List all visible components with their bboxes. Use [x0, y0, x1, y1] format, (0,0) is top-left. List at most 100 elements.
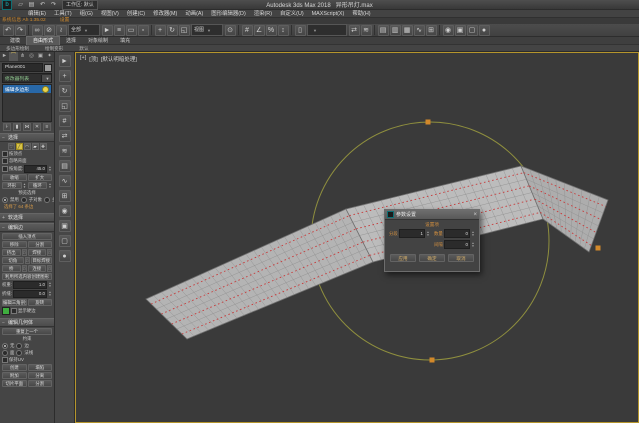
- bind-to-space-warp-icon[interactable]: ≀: [56, 25, 67, 36]
- redo-icon[interactable]: ↷: [15, 25, 26, 36]
- render-production-icon[interactable]: ●: [479, 25, 490, 36]
- schematic-tool-icon[interactable]: ⊞: [59, 190, 71, 202]
- create-tab-icon[interactable]: ►: [0, 52, 9, 61]
- panel-checkbox[interactable]: [2, 166, 8, 172]
- settings-box-button[interactable]: □: [22, 265, 27, 272]
- curve-tool-icon[interactable]: ∿: [59, 175, 71, 187]
- panel-radio[interactable]: [2, 350, 8, 356]
- scale-tool-icon[interactable]: ◱: [59, 100, 71, 112]
- dialog-button[interactable]: 确定: [419, 254, 445, 262]
- modifier-stack-item[interactable]: 编辑多边形: [3, 85, 51, 93]
- panel-button[interactable]: 旋转: [28, 299, 53, 306]
- dialog-number-field[interactable]: 0: [444, 229, 470, 238]
- select-tool-icon[interactable]: ►: [59, 55, 71, 67]
- remove-modifier-icon[interactable]: ✕: [33, 123, 41, 131]
- panel-button[interactable]: 扩大: [28, 174, 53, 181]
- dialog-close-icon[interactable]: ×: [473, 212, 477, 218]
- select-and-link-icon[interactable]: ∞: [32, 25, 43, 36]
- 3dsmax-logo-icon[interactable]: b: [2, 0, 12, 10]
- selection-filter-dropdown[interactable]: 全部▼: [68, 24, 100, 36]
- viewport-menu-pov[interactable]: [顶]: [89, 55, 98, 63]
- panel-button[interactable]: 分割: [28, 380, 53, 387]
- pin-stack-icon[interactable]: ⊦: [3, 123, 11, 131]
- edit-named-selection-sets-icon[interactable]: ▯: [295, 25, 306, 36]
- menu-item[interactable]: 自定义(U): [276, 10, 308, 18]
- rectangular-selection-region-icon[interactable]: ▭: [126, 25, 137, 36]
- frame-tool-icon[interactable]: ▢: [59, 235, 71, 247]
- select-and-scale-icon[interactable]: ◱: [179, 25, 190, 36]
- select-object-icon[interactable]: ►: [102, 25, 113, 36]
- dialog-button[interactable]: 取消: [448, 254, 474, 262]
- panel-button[interactable]: 焊接: [28, 249, 47, 256]
- dialog-number-field[interactable]: 0: [444, 240, 470, 249]
- menu-item[interactable]: 工具(T): [50, 10, 76, 18]
- menu-item[interactable]: 图形编辑器(D): [207, 10, 249, 18]
- curve-editor-icon[interactable]: ∿: [414, 25, 425, 36]
- spinner-control[interactable]: ▲▼: [23, 183, 27, 189]
- select-by-name-icon[interactable]: ≡: [114, 25, 125, 36]
- panel-button[interactable]: 附加: [2, 372, 27, 379]
- menu-item[interactable]: 组(G): [76, 10, 97, 18]
- select-and-rotate-icon[interactable]: ↻: [167, 25, 178, 36]
- redo-icon[interactable]: ↷: [49, 1, 58, 9]
- motion-tab-icon[interactable]: ◎: [27, 52, 36, 61]
- render-setup-icon[interactable]: ▣: [455, 25, 466, 36]
- panel-button[interactable]: 桥: [2, 265, 21, 272]
- menu-item[interactable]: 创建(C): [123, 10, 149, 18]
- spinner-control[interactable]: ▲▼: [48, 183, 52, 189]
- spinner-control[interactable]: ▲▼: [48, 282, 52, 288]
- panel-button[interactable]: 循环: [28, 182, 48, 189]
- ribbon-tab[interactable]: 对象绘制: [82, 37, 114, 45]
- rollout-header-edit-geometry[interactable]: −编辑几何体: [0, 318, 54, 327]
- save-file-icon[interactable]: ▤: [27, 1, 36, 9]
- spinner-control[interactable]: ▲▼: [48, 166, 52, 172]
- open-file-icon[interactable]: ▱: [16, 1, 25, 9]
- panel-button[interactable]: 重复上一个: [2, 328, 52, 335]
- panel-button[interactable]: 分离: [28, 372, 53, 379]
- render-tool-icon[interactable]: ●: [59, 250, 71, 262]
- snap-toggle-icon[interactable]: #: [242, 25, 253, 36]
- panel-button[interactable]: 利用所选内容创建图形: [2, 273, 52, 280]
- modifier-visibility-icon[interactable]: [42, 86, 49, 93]
- menu-item[interactable]: 视图(V): [97, 10, 123, 18]
- object-color-swatch[interactable]: [44, 64, 52, 72]
- toggle-layer-explorer-icon[interactable]: ▥: [390, 25, 401, 36]
- panel-button[interactable]: 创建: [2, 364, 27, 371]
- panel-radio[interactable]: [44, 197, 50, 203]
- spinner-control[interactable]: ▲▼: [48, 291, 52, 297]
- panel-button[interactable]: 编辑三角剖分: [2, 299, 27, 306]
- select-and-move-icon[interactable]: +: [155, 25, 166, 36]
- panel-number-field[interactable]: 0.0: [13, 290, 47, 298]
- subobject-vertex-icon[interactable]: ∵: [8, 143, 15, 150]
- spinner-control[interactable]: ▲▼: [471, 242, 475, 248]
- spinner-control[interactable]: ▲▼: [426, 231, 430, 237]
- dialog-titlebar[interactable]: 参数设置 ×: [385, 210, 479, 220]
- panel-button[interactable]: 分割: [28, 241, 53, 248]
- display-tab-icon[interactable]: ▣: [36, 52, 45, 61]
- make-unique-icon[interactable]: ⋈: [23, 123, 31, 131]
- panel-button[interactable]: 塌陷: [28, 364, 53, 371]
- menu-item[interactable]: 动画(A): [181, 10, 207, 18]
- move-tool-icon[interactable]: +: [59, 70, 71, 82]
- menu-item[interactable]: MAXScript(X): [308, 10, 349, 18]
- percent-snap-icon[interactable]: %: [266, 25, 277, 36]
- viewport-menu-shading[interactable]: [默认明暗处理]: [101, 55, 137, 63]
- rollout-header-soft-selection[interactable]: +软选择: [0, 213, 54, 222]
- settings-box-button[interactable]: □: [47, 265, 52, 272]
- panel-button[interactable]: 挤出: [2, 249, 21, 256]
- ribbon-tab[interactable]: 选择: [60, 37, 82, 45]
- ribbon-tab[interactable]: 填充: [114, 37, 136, 45]
- panel-radio[interactable]: [2, 343, 8, 349]
- object-name-field[interactable]: Plane001: [2, 63, 43, 72]
- hard-edge-color-swatch[interactable]: [2, 307, 10, 315]
- reference-coordinate-dropdown[interactable]: 视图▼: [191, 24, 223, 36]
- configure-modifier-sets-icon[interactable]: ≡: [43, 123, 51, 131]
- named-selection-sets-dropdown[interactable]: ▼: [307, 24, 347, 36]
- schematic-view-icon[interactable]: ⊞: [426, 25, 437, 36]
- panel-button[interactable]: 切片平面: [2, 380, 27, 387]
- settings-box-button[interactable]: □: [22, 249, 27, 256]
- subobject-edge-icon[interactable]: ╱: [16, 143, 23, 150]
- dialog-button[interactable]: 应用: [390, 254, 416, 262]
- panel-checkbox[interactable]: [2, 158, 8, 164]
- workspace-dropdown[interactable]: 工作区: 默认: [62, 0, 98, 10]
